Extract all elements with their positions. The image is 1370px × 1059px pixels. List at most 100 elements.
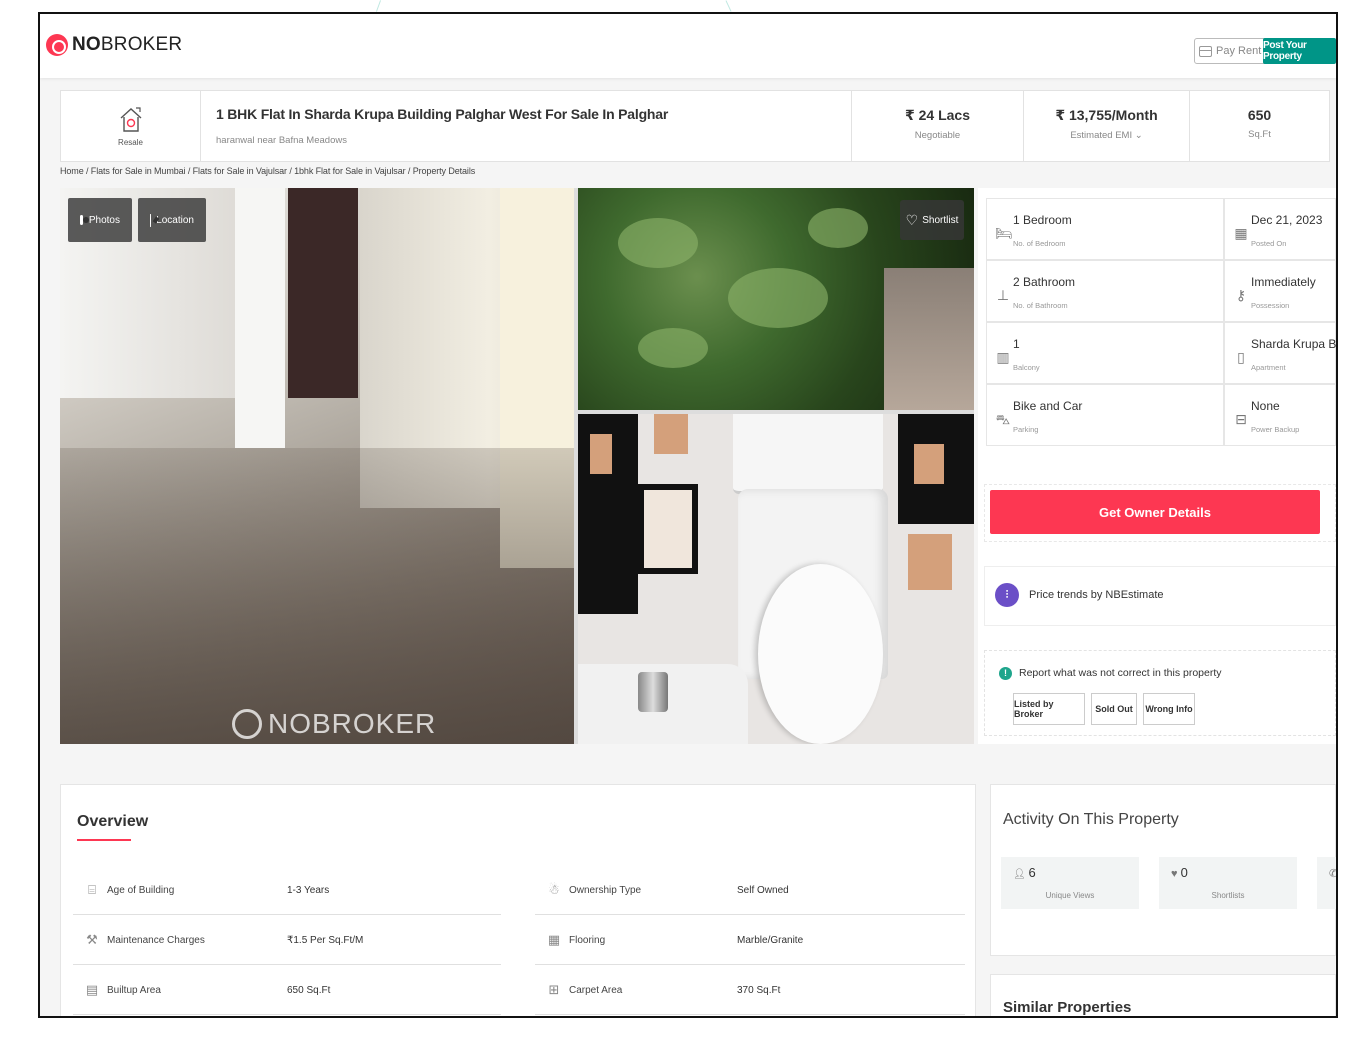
pay-rent-button[interactable]: Pay Rent (1194, 38, 1269, 64)
overview-label: Flooring (569, 935, 606, 946)
detail-label: Parking (1013, 425, 1039, 434)
shortlist-label: Shortlist (922, 214, 959, 226)
photo-watermark: NOBROKER (232, 708, 436, 740)
activity-label: Unique Views (1045, 891, 1095, 900)
decor-line (375, 0, 382, 12)
price-value: ₹ 24 Lacs (904, 107, 970, 123)
owner-icon: ☃ (548, 882, 560, 897)
detail-label: Power Backup (1251, 425, 1300, 434)
detail-value: Dec 21, 2023 (1251, 213, 1323, 227)
overview-underline (77, 839, 131, 841)
photos-label: Photos (88, 214, 120, 226)
report-text: Report what was not correct in this prop… (1019, 667, 1222, 679)
similar-properties-section: Similar Properties (990, 974, 1336, 1016)
battery-icon: ⊟ (1235, 411, 1247, 427)
detail-bedroom: 🛏 1 Bedroom No. of Bedroom (986, 198, 1224, 260)
location-button[interactable]: Location (138, 198, 206, 242)
detail-label: No. of Bedroom (1013, 239, 1066, 248)
post-property-button[interactable]: Post Your Property (1263, 38, 1336, 64)
building-icon: ▯ (1237, 349, 1245, 365)
resale-badge: Resale (61, 91, 201, 161)
overview-value: Self Owned (737, 885, 789, 896)
site-header: NOBROKER Pay Rent Post Your Property (40, 14, 1336, 78)
bathroom-photo[interactable] (578, 414, 974, 744)
detail-label: Apartment (1251, 363, 1286, 372)
get-owner-details-button[interactable]: Get Owner Details (990, 490, 1320, 534)
property-info-panel: 🛏 1 Bedroom No. of Bedroom ▦ Dec 21, 202… (978, 188, 1336, 744)
detail-label: Balcony (1013, 363, 1040, 372)
area-stat: 650 Sq.Ft (1189, 91, 1329, 161)
card-icon (1199, 45, 1212, 57)
bath-icon: ⊥ (996, 287, 1010, 303)
detail-value: Immediately (1251, 275, 1316, 289)
builtup-icon: ▤ (85, 982, 99, 997)
activity-section: Activity On This Property 👤︎ 6 Unique Vi… (990, 784, 1336, 956)
bed-icon: 🛏 (995, 225, 1013, 241)
detail-bathroom: ⊥ 2 Bathroom No. of Bathroom (986, 260, 1224, 322)
detail-value: Bike and Car (1013, 399, 1083, 413)
area-value: 650 (1247, 107, 1272, 123)
resale-home-icon (119, 106, 143, 134)
detail-power-backup: ⊟ None Power Backup (1224, 384, 1336, 446)
detail-posted-on: ▦ Dec 21, 2023 Posted On (1224, 198, 1336, 260)
overview-value: ₹1.5 Per Sq.Ft/M (287, 935, 364, 946)
resale-label: Resale (118, 137, 143, 147)
emi-stat[interactable]: ₹ 13,755/Month Estimated EMI ⌄ (1023, 91, 1189, 161)
location-label: Location (156, 214, 194, 226)
activity-value: ♥ 0 (1171, 865, 1188, 880)
carpet-icon: ⊞ (548, 982, 560, 997)
detail-value: 1 Bedroom (1013, 213, 1072, 227)
detail-label: No. of Bathroom (1013, 301, 1068, 310)
emi-label[interactable]: Estimated EMI ⌄ (1024, 130, 1189, 141)
overview-row: ▦ Flooring Marble/Granite (535, 919, 965, 965)
overview-label: Age of Building (107, 885, 175, 896)
price-label: Negotiable (914, 130, 961, 141)
overview-title: Overview (77, 813, 149, 830)
nobroker-logo[interactable]: NOBROKER (46, 34, 182, 56)
property-address: haranwal near Bafna Meadows (216, 135, 347, 146)
report-listed-by-broker-button[interactable]: Listed by Broker (1013, 693, 1085, 725)
overview-row: ☃ Ownership Type Self Owned (535, 869, 965, 915)
detail-possession: ⚷ Immediately Possession (1224, 260, 1336, 322)
detail-parking: ⛍ Bike and Car Parking (986, 384, 1224, 446)
heart-outline-icon: ♡ (905, 212, 919, 228)
photos-button[interactable]: Photos (68, 198, 132, 242)
car-icon: ⛍ (995, 411, 1011, 427)
activity-shortlists: ♥ 0 Shortlists (1159, 857, 1297, 909)
area-label: Sq.Ft (1248, 129, 1271, 140)
overview-row: ⊞ Carpet Area 370 Sq.Ft (535, 969, 965, 1015)
main-photo[interactable]: NOBROKER (60, 188, 574, 744)
report-sold-out-button[interactable]: Sold Out (1091, 693, 1137, 725)
detail-label: Posted On (1251, 239, 1287, 248)
similar-properties-title: Similar Properties (1003, 999, 1132, 1016)
detail-label: Possession (1251, 301, 1290, 310)
overview-value: 370 Sq.Ft (737, 985, 781, 996)
pay-rent-label: Pay Rent (1216, 45, 1262, 57)
calendar-icon: ▦ (1234, 225, 1248, 241)
decor-line (725, 0, 732, 12)
overview-row: ▤ Builtup Area 650 Sq.Ft (73, 969, 501, 1015)
detail-apartment: ▯ Sharda Krupa Build... Apartment (1224, 322, 1336, 384)
photo-gallery[interactable]: NOBROKER Photos Location ♡ Shortlist (60, 188, 974, 744)
camera-icon (80, 215, 89, 225)
building-age-icon: ⌸ (88, 882, 96, 897)
detail-value: 1 (1013, 337, 1020, 351)
price-trends-label: Price trends by NBEstimate (1029, 589, 1164, 601)
breadcrumb[interactable]: Home / Flats for Sale in Mumbai / Flats … (60, 166, 475, 176)
detail-value: 2 Bathroom (1013, 275, 1076, 289)
detail-value: None (1251, 399, 1280, 413)
detail-balcony: ▥ 1 Balcony (986, 322, 1224, 384)
activity-contacts: ✆ (1317, 857, 1338, 909)
info-icon: ! (999, 667, 1012, 680)
overview-label: Maintenance Charges (107, 935, 205, 946)
price-stat: ₹ 24 Lacs Negotiable (851, 91, 1023, 161)
phone-icon: ✆ (1329, 868, 1338, 880)
shortlist-button[interactable]: ♡ Shortlist (900, 200, 964, 240)
report-wrong-info-button[interactable]: Wrong Info (1143, 693, 1195, 725)
detail-value: Sharda Krupa Build... (1251, 337, 1337, 351)
heart-icon: ♥ (1171, 868, 1181, 880)
activity-value: 👤︎ 6 (1013, 865, 1036, 880)
overview-label: Builtup Area (107, 985, 161, 996)
price-trends-link[interactable]: ⫶ Price trends by NBEstimate (984, 566, 1336, 626)
overview-section: Overview ⌸ Age of Building 1-3 Years ☃ O… (60, 784, 976, 1016)
